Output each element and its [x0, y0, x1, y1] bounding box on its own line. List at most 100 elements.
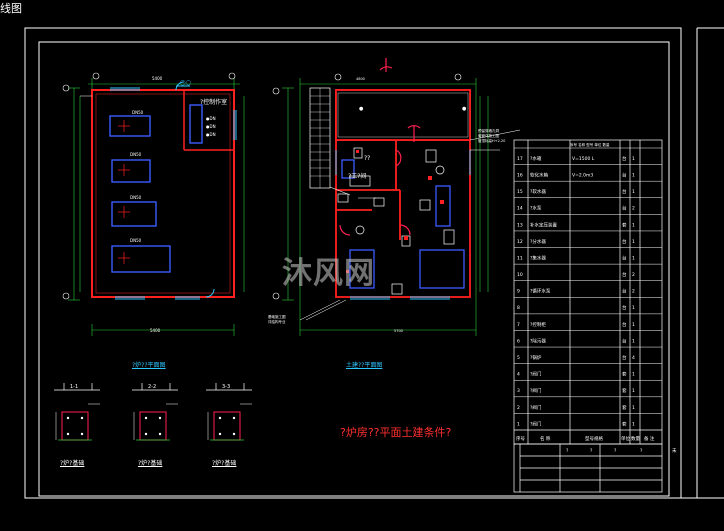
svg-text:序号 名称 型号 单位 数量: 序号 名称 型号 单位 数量: [570, 142, 610, 147]
table-cell-unit: 台: [622, 337, 627, 344]
table-cell-unit: 台: [622, 321, 627, 328]
svg-text:●DN: ●DN: [206, 124, 216, 129]
table-cell-name: ?阀门: [530, 404, 542, 411]
table-cell-no: 4: [517, 372, 520, 378]
svg-text:3-3: 3-3: [222, 384, 230, 390]
table-cell-qty: 4: [632, 355, 635, 361]
table-cell-qty: 1: [632, 388, 635, 394]
table-cell-qty: 1: [632, 338, 635, 344]
svg-text:序号: 序号: [516, 435, 525, 442]
svg-text:?: ?: [566, 448, 569, 454]
table-cell-qty: 1: [632, 305, 635, 311]
table-cell-unit: 台: [622, 271, 627, 278]
table-cell-no: 17: [517, 156, 523, 162]
table-cell-qty: 1: [632, 222, 635, 228]
svg-text:型号规格: 型号规格: [585, 435, 603, 442]
table-cell-unit: 台: [622, 188, 627, 195]
table-cell-qty: 1: [632, 189, 635, 195]
control-cabinet: [189, 104, 203, 144]
svg-text:详结构专业: 详结构专业: [268, 319, 286, 324]
svg-text:管顶标高H+2.20: 管顶标高H+2.20: [478, 138, 505, 143]
table-cell-unit: 台: [622, 205, 627, 212]
table-cell-unit: 台: [622, 288, 627, 295]
left-plan-caption: ?炉??平面图: [132, 362, 166, 369]
svg-text:●: ●: [462, 106, 467, 112]
svg-text:?: ?: [614, 448, 617, 454]
boiler-3: [111, 201, 157, 227]
table-cell-qty: 1: [632, 372, 635, 378]
equipment-table-header: 序号 名 称 型号规格 单位 数量 备 注: [516, 435, 655, 442]
left-plan-walls: [91, 89, 235, 298]
detail-caption-2: ?炉?基础: [138, 460, 163, 467]
table-cell-name: ?分水器: [530, 238, 546, 245]
table-cell-name: ?阀门: [530, 420, 542, 427]
table-cell-qty: 2: [632, 206, 635, 212]
table-cell-name: ?软水器: [530, 188, 546, 195]
middle-plan-caption: 土建??平面图: [346, 362, 383, 369]
svg-text:5400: 5400: [150, 328, 161, 333]
table-cell-qty: 1: [632, 322, 635, 328]
table-cell-no: 8: [517, 305, 520, 311]
svg-text:4800: 4800: [356, 77, 365, 81]
table-cell-name: 软化水箱: [530, 172, 548, 179]
table-cell-qty: 1: [632, 156, 635, 162]
svg-text:数量: 数量: [631, 435, 640, 442]
svg-text:DN50: DN50: [132, 110, 144, 115]
detail-caption-3: ?炉?基础: [212, 460, 237, 467]
table-cell-unit: 台: [622, 354, 627, 361]
table-cell-no: 2: [517, 405, 520, 411]
table-cell-qty: 2: [632, 289, 635, 295]
room-label-control: ?控制作室: [200, 98, 227, 106]
svg-text:备 注: 备 注: [644, 435, 655, 442]
table-cell-no: 9: [517, 289, 520, 295]
boiler-2: [111, 159, 151, 183]
table-cell-name: ?阀门: [530, 387, 542, 394]
table-cell-no: 6: [517, 338, 520, 344]
svg-text:单位: 单位: [621, 435, 630, 442]
viewport-tab-label[interactable]: 线图: [0, 0, 22, 16]
table-cell-no: 11: [517, 255, 523, 261]
table-cell-spec: V=1500 L: [572, 156, 595, 162]
table-cell-no: 15: [517, 189, 523, 195]
foundation-details: 1-1 2-2 3-3: [54, 383, 252, 441]
svg-text:名 称: 名 称: [540, 435, 551, 442]
table-cell-qty: 2: [632, 272, 635, 278]
title-block-text: ? ? ? ? 未: [566, 447, 677, 454]
table-cell-qty: 1: [632, 239, 635, 245]
table-cell-name: ?循环水泵: [530, 288, 551, 295]
table-cell-name: ?集水器: [530, 254, 546, 261]
table-cell-unit: 台: [622, 254, 627, 261]
watermark: 沐风网: [282, 256, 375, 291]
svg-text:2-2: 2-2: [148, 384, 156, 390]
svg-text:●DN: ●DN: [206, 116, 216, 121]
table-cell-qty: 1: [632, 255, 635, 261]
table-cell-unit: 套: [622, 221, 627, 228]
table-cell-no: 10: [517, 272, 523, 278]
table-cell-qty: 1: [632, 405, 635, 411]
table-cell-no: 12: [517, 239, 523, 245]
svg-text:DN50: DN50: [130, 238, 142, 243]
table-cell-no: 16: [517, 173, 523, 179]
table-cell-name: ?水泵: [530, 205, 542, 212]
detail-caption-1: ?炉?基础: [60, 460, 85, 467]
table-cell-no: 14: [517, 206, 523, 212]
room-label-work: ?工?间: [348, 172, 366, 180]
svg-text:1-1: 1-1: [70, 384, 78, 390]
table-cell-qty: 1: [632, 421, 635, 427]
table-cell-no: 13: [517, 222, 523, 228]
table-cell-no: 7: [517, 322, 520, 328]
svg-text:基础施工图: 基础施工图: [268, 314, 286, 319]
svg-text:●DN: ●DN: [206, 132, 216, 137]
svg-text:套管详施工图: 套管详施工图: [478, 133, 499, 138]
table-cell-unit: 台: [622, 304, 627, 311]
table-cell-unit: 套: [622, 387, 627, 394]
table-cell-qty: 1: [632, 173, 635, 179]
table-cell-unit: 套: [622, 404, 627, 411]
drawing-title: ?炉房??平面土建条件?: [340, 426, 452, 439]
svg-text:●: ●: [359, 106, 364, 112]
svg-text:5700: 5700: [394, 329, 403, 333]
svg-text:预留穿墙孔洞: 预留穿墙孔洞: [478, 128, 499, 133]
table-cell-no: 1: [517, 421, 520, 427]
table-cell-spec: V=2.0m3: [572, 173, 593, 179]
boiler-4: [111, 245, 171, 273]
